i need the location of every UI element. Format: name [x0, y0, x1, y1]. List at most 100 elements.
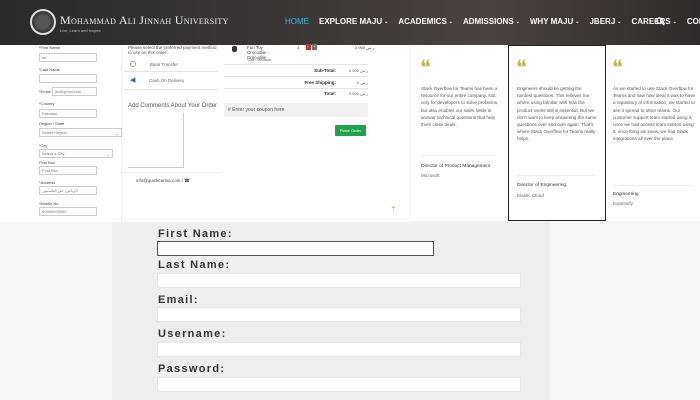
scroll-to-top-icon[interactable]: ⇡ — [390, 205, 397, 214]
city-select[interactable]: Select a City ⌄ — [39, 149, 113, 158]
reg-password-input[interactable] — [157, 377, 521, 392]
testimonial-text: Engineers should be getting the hardest … — [517, 86, 597, 142]
quote-icon: ❝ — [516, 55, 527, 79]
region-value: Select Region — [42, 130, 67, 135]
reg-first-name-input[interactable] — [157, 241, 434, 256]
address-label: *Address — [39, 180, 56, 185]
region-select[interactable]: Select Region ⌄ — [39, 128, 122, 137]
chevron-down-icon: ⌄ — [617, 18, 622, 25]
divider — [124, 71, 218, 72]
comment-label: Add Comments About Your Order — [128, 103, 218, 109]
coupon-input[interactable]: # Enter your coupon here — [224, 103, 368, 117]
payment-hint: Please select the preferred payment meth… — [128, 45, 217, 55]
place-order-button[interactable]: Place Order — [335, 125, 366, 136]
shipping-label: Free Shipping: — [304, 80, 337, 85]
chevron-down-icon: ⌄ — [115, 131, 119, 136]
reg-email-input[interactable] — [157, 307, 521, 322]
mobile-field[interactable]: 00966000000 — [39, 207, 97, 216]
nav-item-contact[interactable]: CONTACT — [687, 17, 700, 26]
nav-item-why-maju[interactable]: WHY MAJU ⌄ — [530, 17, 590, 26]
testimonial-role: Engineering — [613, 192, 639, 197]
payment-option-cod[interactable]: ◀ Cash On Delivery — [130, 77, 184, 84]
contact-email[interactable]: info@quickcartsa.com / ☎ — [136, 178, 190, 184]
mobile-label: *Mobile No. — [39, 201, 60, 206]
nav-item-label: ACADEMICS — [398, 17, 447, 26]
quote-icon: ❝ — [420, 55, 431, 79]
nav-item-label: EXPLORE MAJU — [319, 17, 383, 26]
divider — [224, 76, 368, 77]
university-logo[interactable] — [30, 9, 56, 35]
university-tagline: Live, Learn and Inspire — [60, 28, 101, 33]
post-box-label: Post Box — [39, 160, 56, 165]
chevron-down-icon: ⌄ — [106, 152, 110, 157]
quantity-stepper: − + — [306, 44, 317, 50]
country-label: *Country — [39, 101, 55, 106]
nav-item-academics[interactable]: ACADEMICS ⌄ — [398, 17, 463, 26]
comment-textarea[interactable] — [128, 113, 184, 168]
reg-last-name-label: Last Name: — [158, 259, 231, 271]
testimonial-text: As we started to use Stack Overflow for … — [613, 86, 695, 142]
first-name-label: *First Name — [39, 45, 61, 50]
nav-item-home[interactable]: HOME — [285, 17, 319, 26]
total-label: Total: — [324, 91, 336, 96]
screenshot-root: Mohammad Ali Jinnah University Live, Lea… — [0, 0, 700, 400]
divider — [224, 88, 368, 89]
nav-item-label: ADMISSIONS — [462, 17, 514, 26]
email-field[interactable]: ali@gmail.com — [52, 87, 97, 96]
address-field[interactable]: الرياض، حي الياسمين — [39, 186, 97, 195]
testimonial-company: Microsoft — [421, 173, 440, 178]
country-field[interactable]: Pakistan — [39, 109, 97, 118]
subtotal-value: ر.س 2.900 — [348, 68, 368, 73]
main-nav: HOME EXPLORE MAJU ⌄ ACADEMICS ⌄ ADMISSIONS ⌄ WH… — [285, 17, 700, 26]
nav-item-label: WHY MAJU — [529, 17, 574, 26]
nav-item-label: JBERJ — [589, 17, 616, 26]
checked-radio-icon[interactable]: ◀ — [130, 77, 135, 84]
reg-password-label: Password: — [158, 363, 226, 375]
divider — [124, 89, 218, 90]
nav-item-admissions[interactable]: ADMISSIONS ⌄ — [463, 17, 530, 26]
testimonial-text: Stack Overflow for Teams has been a reso… — [421, 86, 499, 128]
nav-item-jberj[interactable]: JBERJ ⌄ — [589, 17, 631, 26]
payment-option-label: Bank Transfer — [150, 61, 179, 67]
last-name-label: *Last Name — [39, 67, 60, 72]
chevron-down-icon: ⌄ — [448, 18, 453, 25]
decrease-quantity-button[interactable]: − — [306, 44, 311, 50]
post-box-field[interactable]: Post Box — [39, 166, 97, 175]
testimonial-company: Expensify — [613, 201, 633, 206]
chevron-down-icon: ⌄ — [515, 18, 520, 25]
divider — [224, 64, 368, 65]
first-name-field[interactable]: ali — [39, 53, 97, 62]
payment-option-bank[interactable]: Bank Transfer — [130, 61, 178, 67]
region-label: Region / State — [39, 121, 65, 126]
site-header: Mohammad Ali Jinnah University Live, Lea… — [0, 0, 700, 45]
nav-item-explore-maju[interactable]: EXPLORE MAJU ⌄ — [319, 17, 398, 26]
product-thumbnail[interactable] — [232, 46, 237, 52]
testimonial-role: Director of Engineering — [517, 183, 567, 188]
nav-item-label: CONTACT — [686, 17, 700, 26]
product-price: ر.س 2.900 — [355, 45, 375, 50]
reg-last-name-input[interactable] — [157, 273, 521, 288]
increase-quantity-button[interactable]: + — [312, 44, 317, 50]
university-name[interactable]: Mohammad Ali Jinnah University — [60, 13, 229, 28]
chevron-down-icon: ⌄ — [672, 18, 677, 25]
divider — [421, 155, 497, 156]
testimonial-company: Elastic Cloud — [517, 193, 544, 198]
chevron-down-icon: ⌄ — [384, 18, 389, 25]
payment-option-label: Cash On Delivery — [149, 78, 185, 83]
email-label: *Email — [39, 89, 51, 94]
coupon-placeholder: Enter your coupon here — [232, 107, 285, 113]
reg-email-label: Email: — [158, 294, 199, 306]
quote-icon: ❝ — [612, 55, 623, 79]
nav-item-label: HOME — [285, 17, 309, 26]
reg-username-label: Username: — [158, 328, 227, 340]
divider — [517, 175, 595, 176]
reg-username-input[interactable] — [157, 342, 521, 357]
city-label: *City — [39, 143, 48, 148]
radio-button[interactable] — [130, 61, 136, 67]
quantity-value[interactable]: 1 — [297, 45, 299, 50]
shipping-value: ر.س 0 — [356, 80, 368, 85]
chevron-down-icon: ⌄ — [575, 18, 580, 25]
last-name-field[interactable] — [39, 74, 97, 83]
search-icon[interactable] — [656, 17, 665, 26]
subtotal-label: Sub-Total: — [314, 68, 336, 73]
